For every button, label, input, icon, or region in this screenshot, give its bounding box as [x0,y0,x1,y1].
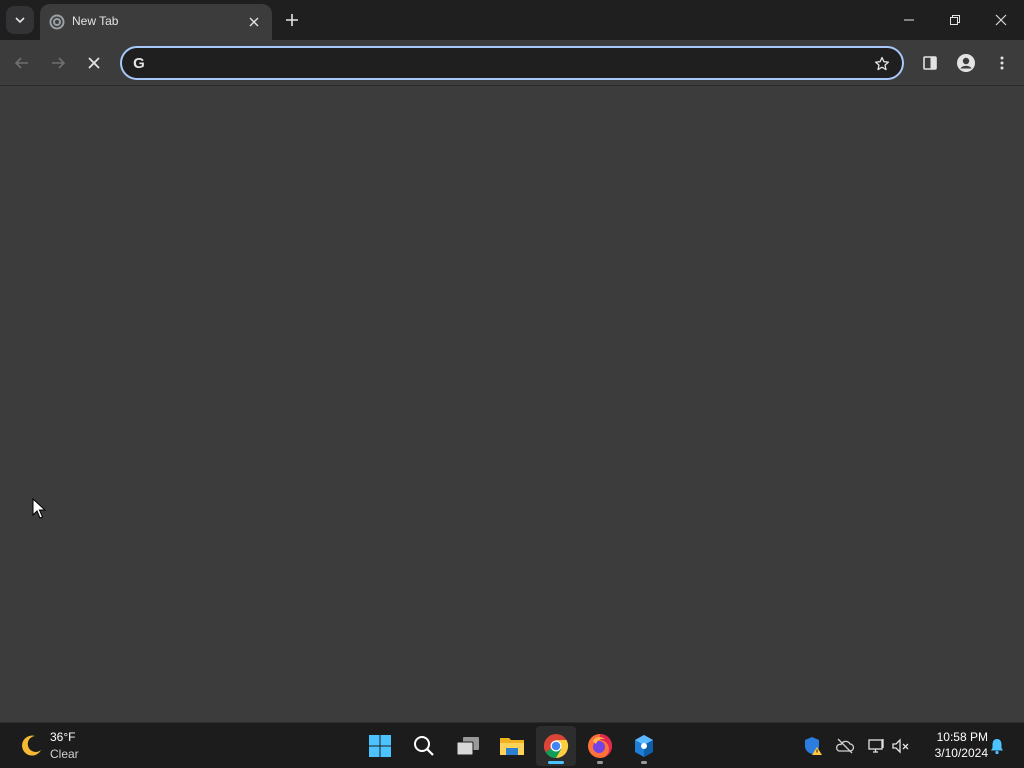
close-icon [88,57,100,69]
browser-toolbar: G [0,40,1024,86]
network-icon[interactable] [866,735,888,757]
clock-date: 3/10/2024 [934,746,988,760]
bookmark-button[interactable] [872,54,892,74]
open-indicator [597,761,603,764]
taskbar: 36°F Clear 10:58 PM 3/10/2024 [0,722,1024,768]
account-icon [957,54,975,72]
tab-new-tab[interactable]: New Tab [40,4,272,40]
chevron-down-icon [15,17,25,24]
security-warning-icon[interactable] [802,735,824,757]
forward-button[interactable] [44,49,72,77]
task-view-icon [456,737,479,756]
address-bar[interactable]: G [120,46,904,80]
task-view-button[interactable] [448,726,488,766]
clock-time: 10:58 PM [936,730,988,744]
folder-icon [500,738,524,755]
tab-strip: New Tab [0,0,1024,40]
firefox-taskbar-button[interactable] [580,726,620,766]
chrome-icon [543,734,569,759]
profile-button[interactable] [952,49,980,77]
browser-menu-button[interactable] [988,49,1016,77]
app-taskbar-button[interactable] [624,726,664,766]
app-icon [635,735,653,757]
restore-button[interactable] [932,0,978,40]
stop-loading-button[interactable] [80,49,108,77]
restore-icon [950,15,960,25]
more-vert-icon [1000,56,1004,70]
close-icon [249,17,259,27]
window-close-button[interactable] [978,0,1024,40]
tab-search-button[interactable] [6,6,34,34]
bell-icon [991,739,1003,755]
close-icon [995,14,1007,26]
weather-widget[interactable]: 36°F Clear [16,727,116,765]
windows-logo-icon [369,735,391,757]
side-panel-icon [923,56,937,70]
moon-icon [22,735,41,756]
file-explorer-button[interactable] [492,726,532,766]
arrow-right-icon [52,57,66,69]
tab-title: New Tab [72,14,119,28]
notifications-button[interactable] [986,735,1008,757]
weather-temperature: 36°F [50,730,76,744]
star-icon [874,56,890,71]
system-clock[interactable]: 10:58 PM 3/10/2024 [918,729,988,761]
volume-muted-icon[interactable] [890,735,912,757]
back-button[interactable] [8,49,36,77]
open-indicator [641,761,647,764]
weather-condition: Clear [50,747,79,761]
minimize-icon [904,19,914,21]
active-indicator [548,761,564,764]
onedrive-off-icon[interactable] [834,735,856,757]
address-input[interactable] [158,53,858,73]
taskbar-search-button[interactable] [404,726,444,766]
firefox-icon [588,734,612,758]
page-content [0,86,1024,722]
mouse-cursor-icon [32,498,46,519]
loading-favicon-icon [48,13,66,31]
tab-close-button[interactable] [244,12,264,32]
google-icon: G [133,54,145,72]
side-panel-button[interactable] [916,49,944,77]
arrow-left-icon [14,57,28,69]
search-icon [414,736,434,756]
plus-icon [286,14,298,26]
new-tab-button[interactable] [280,8,304,32]
chrome-taskbar-button[interactable] [536,726,576,766]
start-button[interactable] [360,726,400,766]
minimize-button[interactable] [886,0,932,40]
